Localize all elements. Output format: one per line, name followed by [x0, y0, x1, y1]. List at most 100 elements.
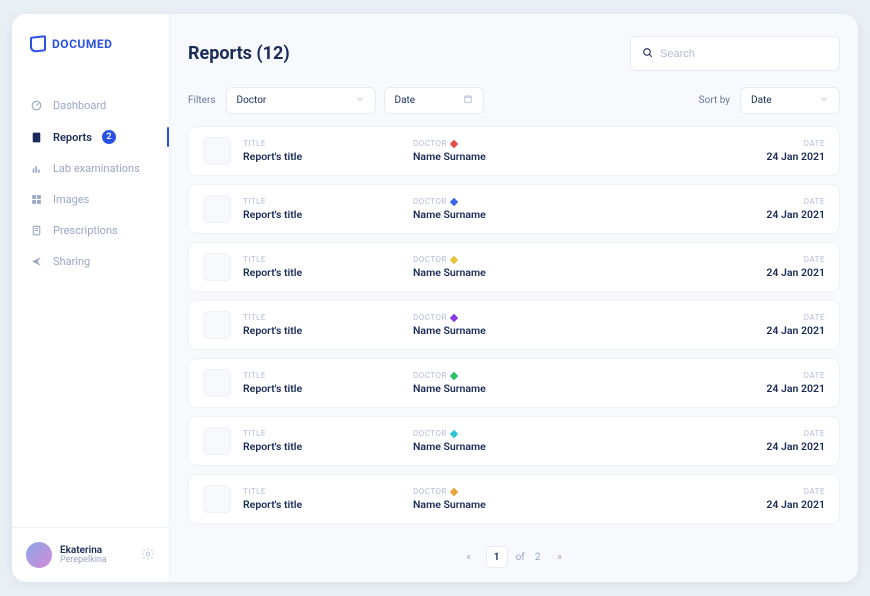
page-title: Reports (12) [188, 43, 290, 64]
page-of-label: of [514, 552, 527, 563]
sidebar-item-images[interactable]: Images [12, 184, 169, 215]
documed-icon [30, 35, 46, 53]
brand-logo[interactable]: DOCUMED [12, 14, 169, 76]
report-date-cell: DATE 24 Jan 2021 [715, 255, 825, 279]
report-thumbnail [203, 137, 231, 165]
report-card[interactable]: TITLE Report's title DOCTOR Name Surname… [188, 184, 840, 234]
doctor-column-label: DOCTOR [413, 139, 705, 148]
date-column-label: DATE [715, 371, 825, 380]
sharing-icon [30, 255, 43, 268]
chevron-down-icon [819, 94, 829, 107]
report-card[interactable]: TITLE Report's title DOCTOR Name Surname… [188, 126, 840, 176]
report-card[interactable]: TITLE Report's title DOCTOR Name Surname… [188, 358, 840, 408]
report-title-cell: TITLE Report's title [203, 427, 403, 455]
toolbar: Filters Doctor Date Sort by Date [188, 87, 840, 126]
sidebar-item-dashboard[interactable]: Dashboard [12, 90, 169, 121]
report-doctor-cell: DOCTOR Name Surname [413, 429, 705, 453]
doctor-column-label: DOCTOR [413, 487, 705, 496]
title-column-label: TITLE [243, 313, 302, 322]
report-doctor-cell: DOCTOR Name Surname [413, 197, 705, 221]
sidebar-nav: Dashboard Reports 2 Lab examinations Im [12, 76, 169, 527]
prescriptions-icon [30, 224, 43, 237]
doctor-column-label: DOCTOR [413, 255, 705, 264]
report-thumbnail [203, 195, 231, 223]
report-date: 24 Jan 2021 [715, 324, 825, 337]
date-column-label: DATE [715, 139, 825, 148]
report-doctor-cell: DOCTOR Name Surname [413, 371, 705, 395]
dashboard-icon [30, 99, 43, 112]
doctor-color-icon [450, 139, 458, 147]
sort-label: Sort by [699, 95, 730, 106]
sidebar-item-lab[interactable]: Lab examinations [12, 153, 169, 184]
filter-doctor-value: Doctor [237, 95, 267, 106]
report-card[interactable]: TITLE Report's title DOCTOR Name Surname… [188, 474, 840, 524]
report-date: 24 Jan 2021 [715, 498, 825, 511]
date-column-label: DATE [715, 255, 825, 264]
reports-icon [30, 131, 43, 144]
search-box[interactable] [630, 36, 840, 71]
sort-select[interactable]: Date [740, 87, 840, 114]
report-date-cell: DATE 24 Jan 2021 [715, 197, 825, 221]
user-firstname: Ekaterina [60, 545, 133, 556]
user-meta: Ekaterina Perepelkina [60, 545, 133, 566]
date-column-label: DATE [715, 313, 825, 322]
report-title-cell: TITLE Report's title [203, 195, 403, 223]
title-column-label: TITLE [243, 139, 302, 148]
sidebar-item-reports[interactable]: Reports 2 [12, 121, 169, 153]
sidebar-item-sharing[interactable]: Sharing [12, 246, 169, 277]
search-input[interactable] [660, 48, 829, 60]
report-doctor: Name Surname [413, 266, 705, 279]
report-title-cell: TITLE Report's title [203, 137, 403, 165]
report-doctor-cell: DOCTOR Name Surname [413, 487, 705, 511]
report-date-cell: DATE 24 Jan 2021 [715, 313, 825, 337]
report-date: 24 Jan 2021 [715, 382, 825, 395]
report-title-cell: TITLE Report's title [203, 311, 403, 339]
report-doctor-cell: DOCTOR Name Surname [413, 255, 705, 279]
report-card[interactable]: TITLE Report's title DOCTOR Name Surname… [188, 416, 840, 466]
doctor-column-label: DOCTOR [413, 429, 705, 438]
report-doctor: Name Surname [413, 498, 705, 511]
doctor-color-icon [450, 255, 458, 263]
page-first-button[interactable]: « [458, 546, 480, 568]
date-column-label: DATE [715, 197, 825, 206]
report-list: TITLE Report's title DOCTOR Name Surname… [188, 126, 840, 534]
report-card[interactable]: TITLE Report's title DOCTOR Name Surname… [188, 242, 840, 292]
filter-date-select[interactable]: Date [384, 87, 484, 114]
title-column-label: TITLE [243, 371, 302, 380]
settings-button[interactable] [141, 546, 155, 565]
filter-doctor-select[interactable]: Doctor [226, 87, 376, 114]
doctor-column-label: DOCTOR [413, 371, 705, 380]
title-column-label: TITLE [243, 197, 302, 206]
report-doctor: Name Surname [413, 324, 705, 337]
report-doctor: Name Surname [413, 208, 705, 221]
report-title-cell: TITLE Report's title [203, 485, 403, 513]
sidebar-item-label: Reports [53, 131, 92, 144]
page-current[interactable]: 1 [486, 546, 508, 568]
report-card[interactable]: TITLE Report's title DOCTOR Name Surname… [188, 300, 840, 350]
sidebar-item-label: Images [53, 193, 89, 206]
report-title: Report's title [243, 324, 302, 337]
report-date: 24 Jan 2021 [715, 440, 825, 453]
sidebar: DOCUMED Dashboard Reports 2 Lab exa [12, 14, 170, 582]
main: Reports (12) Filters Doctor Date [170, 14, 858, 582]
report-title: Report's title [243, 498, 302, 511]
chevron-down-icon [355, 94, 365, 107]
sort-value: Date [751, 95, 772, 106]
header: Reports (12) [188, 14, 840, 87]
report-title: Report's title [243, 266, 302, 279]
avatar[interactable] [26, 542, 52, 568]
doctor-color-icon [450, 313, 458, 321]
report-doctor: Name Surname [413, 150, 705, 163]
calendar-icon [463, 94, 473, 107]
report-thumbnail [203, 427, 231, 455]
date-column-label: DATE [715, 429, 825, 438]
sidebar-item-prescriptions[interactable]: Prescriptions [12, 215, 169, 246]
sidebar-item-label: Prescriptions [53, 224, 118, 237]
sidebar-item-label: Sharing [53, 255, 90, 268]
doctor-color-icon [450, 429, 458, 437]
report-title: Report's title [243, 150, 302, 163]
report-doctor-cell: DOCTOR Name Surname [413, 139, 705, 163]
doctor-column-label: DOCTOR [413, 313, 705, 322]
doctor-column-label: DOCTOR [413, 197, 705, 206]
page-last-button[interactable]: » [548, 546, 570, 568]
